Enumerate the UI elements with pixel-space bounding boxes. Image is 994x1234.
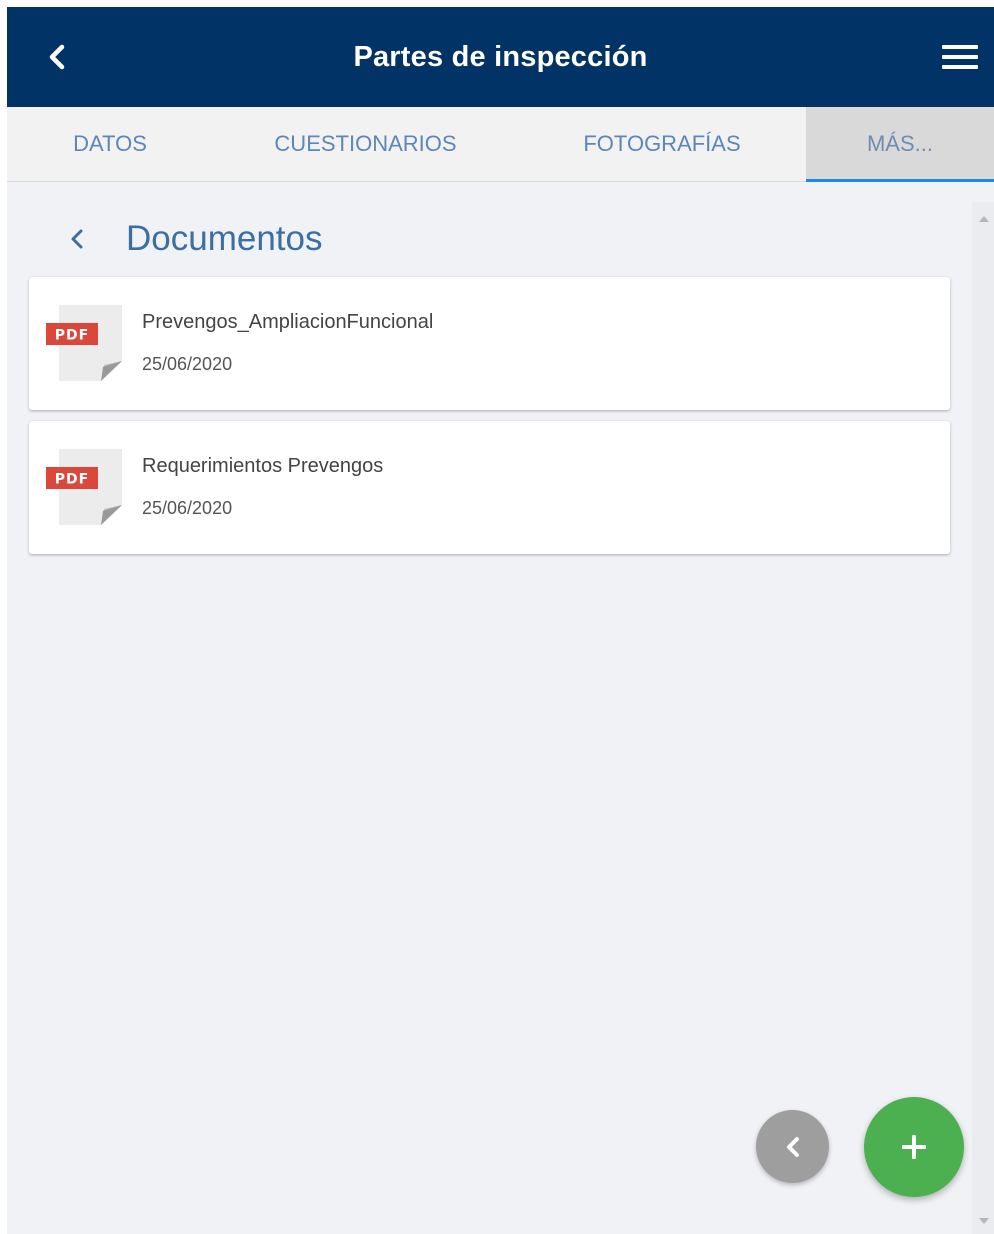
document-list: PDF Prevengos_AmpliacionFuncional 25/06/… (29, 277, 950, 565)
section-back-button[interactable] (62, 219, 92, 259)
document-card[interactable]: PDF Prevengos_AmpliacionFuncional 25/06/… (29, 277, 950, 410)
section-header: Documentos (62, 211, 322, 267)
scroll-up-arrow-icon[interactable] (979, 216, 989, 222)
tab-datos[interactable]: DATOS (7, 107, 213, 181)
tab-label: FOTOGRAFÍAS (583, 131, 741, 156)
document-date: 25/06/2020 (142, 498, 233, 518)
menu-button[interactable] (936, 35, 984, 79)
pdf-file-icon: PDF (46, 305, 122, 381)
chevron-left-icon (786, 1136, 799, 1157)
pdf-file-icon: PDF (46, 449, 122, 525)
hamburger-menu-icon (942, 45, 978, 69)
document-name: Requerimientos Prevengos (142, 455, 384, 477)
fab-back-button[interactable] (756, 1110, 829, 1183)
document-name: Prevengos_AmpliacionFuncional (142, 311, 434, 333)
pdf-badge-text: PDF (55, 472, 89, 488)
tab-cuestionarios[interactable]: CUESTIONARIOS (213, 107, 518, 181)
app-header: Partes de inspección (7, 7, 994, 107)
app-frame: Partes de inspección DATOS CUESTIONARIOS… (7, 7, 994, 1234)
section-title: Documentos (126, 219, 323, 258)
fab-add-button[interactable] (864, 1097, 964, 1197)
document-card[interactable]: PDF Requerimientos Prevengos 25/06/2020 (29, 421, 950, 554)
plus-icon (902, 1135, 926, 1159)
page-title: Partes de inspección (353, 41, 648, 73)
document-date: 25/06/2020 (142, 354, 233, 374)
tab-bar: DATOS CUESTIONARIOS FOTOGRAFÍAS MÁS... (7, 107, 994, 182)
pdf-badge-text: PDF (55, 328, 89, 344)
chevron-left-icon (71, 229, 83, 249)
tab-label: DATOS (73, 131, 147, 156)
tab-mas[interactable]: MÁS... (806, 107, 994, 182)
scroll-down-arrow-icon[interactable] (979, 1218, 989, 1224)
tab-fotografias[interactable]: FOTOGRAFÍAS (518, 107, 806, 181)
tab-label: CUESTIONARIOS (274, 131, 457, 156)
scrollbar[interactable] (972, 202, 994, 1234)
tab-label: MÁS... (866, 131, 933, 156)
